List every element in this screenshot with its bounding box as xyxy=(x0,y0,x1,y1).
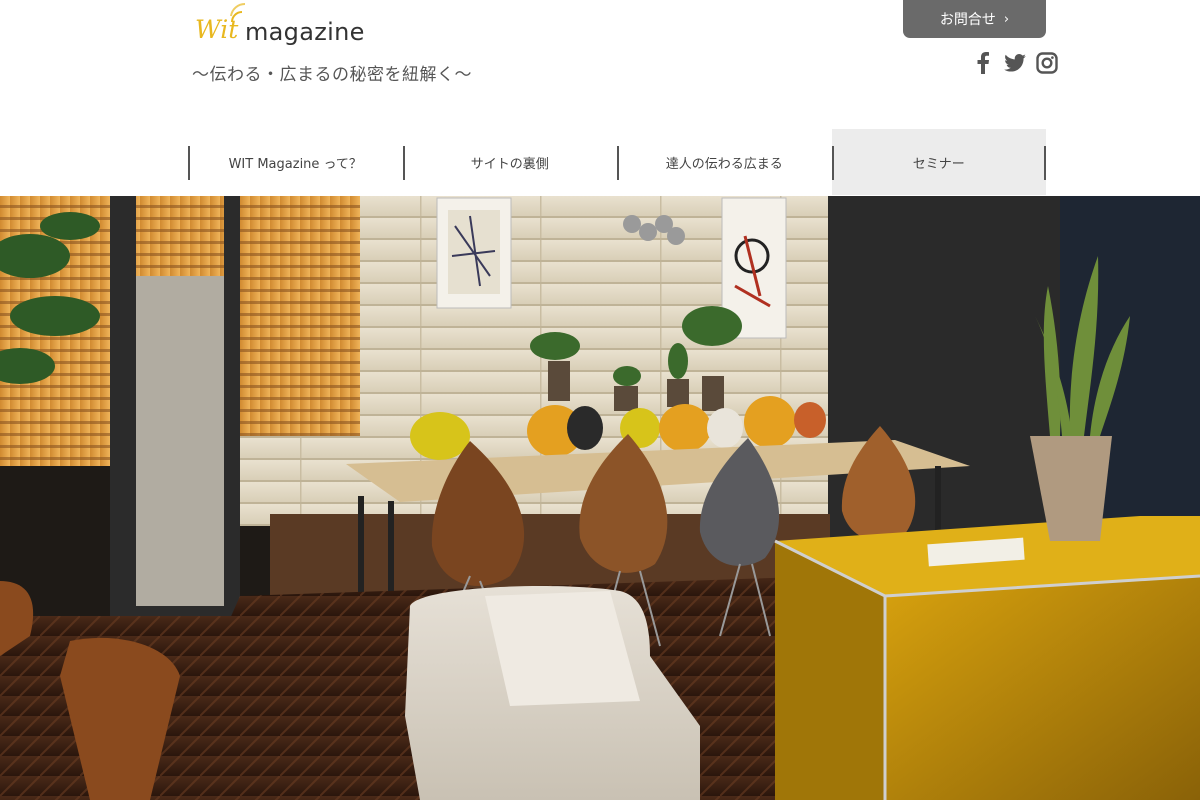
social-links xyxy=(970,50,1060,76)
hero-image xyxy=(0,196,1200,800)
main-nav: WIT Magazine って？ サイトの裏側 達人の伝わる広まる セミナー xyxy=(188,129,1046,195)
instagram-icon[interactable] xyxy=(1034,50,1060,76)
nav-item-label: WIT Magazine って？ xyxy=(228,156,362,172)
site-logo[interactable]: Wit magazine xyxy=(195,2,364,54)
logo-magazine-text: magazine xyxy=(245,18,365,46)
facebook-icon[interactable] xyxy=(970,50,996,76)
nav-item-about[interactable]: WIT Magazine って？ xyxy=(188,129,403,195)
nav-item-masters[interactable]: 達人の伝わる広まる xyxy=(617,129,832,195)
site-tagline: ～伝わる・広まるの秘密を紐解く～ xyxy=(192,65,472,85)
logo-wit-text: Wit xyxy=(195,15,239,44)
nav-item-label: セミナー xyxy=(912,156,965,172)
chevron-right-icon: › xyxy=(1003,11,1010,27)
nav-item-label: 達人の伝わる広まる xyxy=(665,156,783,172)
contact-button[interactable]: お問合せ › xyxy=(903,0,1046,38)
contact-button-label: お問合せ xyxy=(939,12,996,28)
nav-item-behind-scenes[interactable]: サイトの裏側 xyxy=(402,129,618,195)
twitter-icon[interactable] xyxy=(1002,50,1028,76)
nav-item-label: サイトの裏側 xyxy=(470,156,549,172)
nav-item-seminar[interactable]: セミナー xyxy=(831,129,1046,195)
